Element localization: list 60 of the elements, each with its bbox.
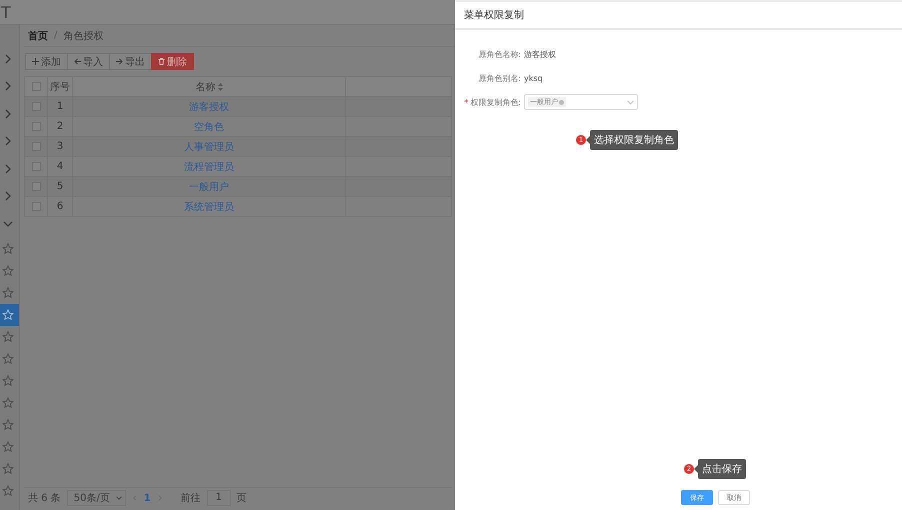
import-button[interactable]: 导入 bbox=[67, 53, 110, 70]
page-size-select[interactable]: 50条/页 bbox=[66, 490, 126, 506]
plus-icon bbox=[32, 58, 39, 65]
star-icon bbox=[2, 352, 14, 364]
star-icon bbox=[2, 330, 14, 342]
page-suffix: 页 bbox=[236, 492, 247, 505]
star-icon bbox=[2, 308, 14, 320]
caret-icon bbox=[627, 98, 634, 106]
breadcrumb-separator: / bbox=[54, 30, 58, 41]
field-value: yksq bbox=[524, 74, 543, 82]
chevron-right-icon[interactable] bbox=[3, 164, 13, 174]
drawer-title: 菜单权限复制 bbox=[464, 8, 524, 22]
total-count: 共 6 条 bbox=[28, 492, 61, 505]
breadcrumb-current: 角色授权 bbox=[63, 30, 104, 42]
arrow-left-icon bbox=[74, 58, 81, 65]
logo-letter: T bbox=[1, 2, 11, 22]
table-cell: 1 bbox=[48, 96, 72, 116]
star-icon bbox=[2, 396, 14, 408]
role-name-link[interactable]: 人事管理员 bbox=[184, 142, 234, 152]
table-cell: 3 bbox=[48, 136, 72, 156]
field-value: 游客授权 bbox=[524, 48, 556, 60]
table-cell: 5 bbox=[48, 176, 72, 196]
chevron-right-icon[interactable] bbox=[3, 191, 13, 202]
column-header[interactable]: 名称 bbox=[72, 76, 346, 96]
export-button[interactable]: 导出 bbox=[109, 53, 152, 70]
remove-tag-icon[interactable] bbox=[559, 100, 564, 104]
chevron-down-icon[interactable] bbox=[3, 218, 13, 229]
page-number[interactable]: 1 bbox=[144, 492, 151, 504]
star-icon bbox=[2, 462, 14, 474]
star-icon bbox=[2, 440, 14, 452]
role-name-link[interactable]: 系统管理员 bbox=[184, 202, 234, 212]
field-label: 原角色别名: bbox=[477, 72, 522, 84]
role-name-link[interactable]: 一般用户 bbox=[189, 182, 229, 192]
table-cell: 6 bbox=[48, 196, 72, 216]
goto-label: 前往 bbox=[180, 492, 201, 505]
chevron-right-icon[interactable] bbox=[3, 136, 13, 146]
field-label: * 权限复制角色: bbox=[463, 96, 522, 108]
role-name-link[interactable]: 流程管理员 bbox=[184, 162, 234, 172]
star-icon bbox=[2, 242, 14, 254]
field-label: 原角色名称: bbox=[477, 48, 522, 60]
star-icon bbox=[2, 484, 14, 496]
sidebar-menu-item[interactable] bbox=[0, 304, 19, 326]
role-name-link[interactable]: 游客授权 bbox=[189, 102, 229, 112]
sort-icon[interactable] bbox=[218, 82, 222, 91]
star-icon bbox=[2, 264, 14, 276]
chevron-right-icon[interactable] bbox=[3, 81, 13, 92]
trash-icon bbox=[158, 58, 165, 65]
arrow-right-icon bbox=[116, 58, 123, 65]
star-icon bbox=[2, 418, 14, 430]
column-header: 序号 bbox=[48, 76, 72, 96]
role-name-link[interactable]: 空角色 bbox=[194, 122, 224, 132]
add-button[interactable]: 添加 bbox=[25, 53, 68, 70]
chevron-right-icon[interactable] bbox=[3, 108, 13, 119]
star-icon bbox=[2, 374, 14, 386]
breadcrumb-link[interactable]: 首页 bbox=[28, 28, 48, 42]
star-icon bbox=[2, 286, 14, 298]
caret-icon bbox=[116, 495, 122, 501]
delete-button[interactable]: 删除 bbox=[151, 53, 194, 70]
page-input[interactable]: 1 bbox=[206, 490, 231, 506]
chevron-right-icon[interactable] bbox=[3, 54, 13, 64]
